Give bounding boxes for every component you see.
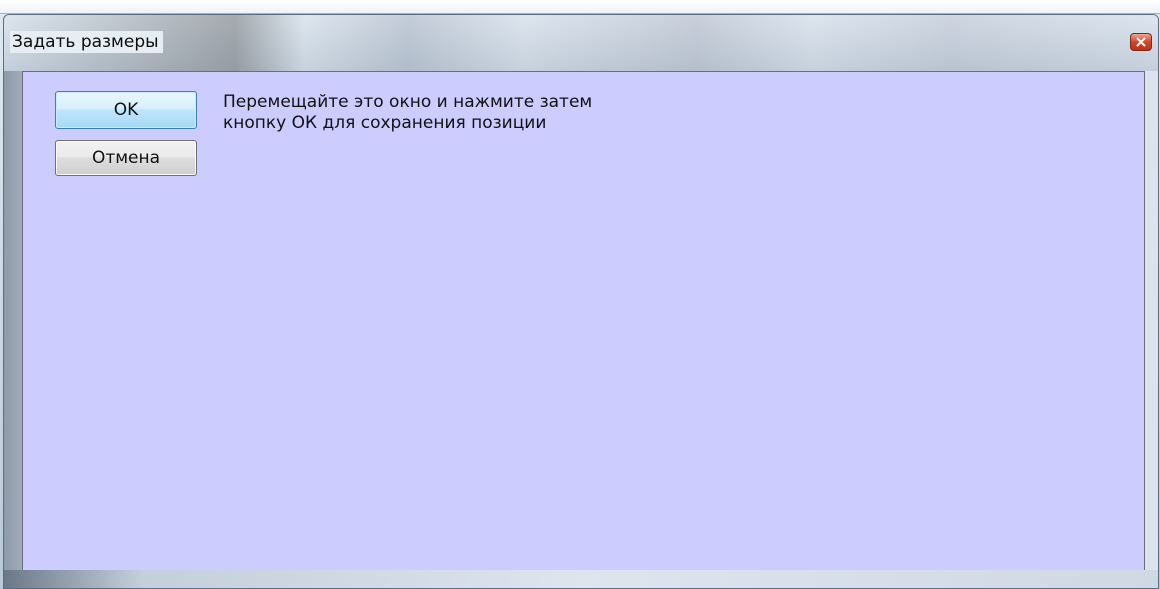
close-button[interactable] [1130,33,1152,51]
cancel-button[interactable]: Отмена [55,140,197,176]
set-size-dialog[interactable]: Задать размеры OK Отмена Перемещайте это… [3,14,1159,589]
instruction-line-1: Перемещайте это окно и нажмите затем [223,92,593,112]
window-bottom-frame [4,570,1158,588]
ok-button[interactable]: OK [55,91,197,129]
dialog-client-area: OK Отмена Перемещайте это окно и нажмите… [22,71,1145,571]
instruction-line-2: кнопку ОК для сохранения позиции [223,113,547,133]
title-bar[interactable]: Задать размеры [4,15,1158,71]
parent-window-edge [0,0,1160,14]
desktop-background: Задать размеры OK Отмена Перемещайте это… [0,0,1160,589]
window-title: Задать размеры [10,31,163,53]
instruction-text: Перемещайте это окно и нажмите затем кно… [223,92,823,134]
close-icon [1136,37,1146,47]
